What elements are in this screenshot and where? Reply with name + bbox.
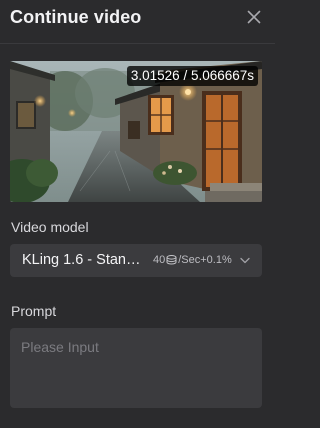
cost-rate: /Sec+0.1% — [178, 254, 232, 266]
video-model-cost: 40 /Sec+0.1% — [153, 254, 232, 266]
video-timecode: 3.01526 / 5.066667s — [126, 66, 258, 86]
video-preview[interactable]: 3.01526 / 5.066667s — [10, 61, 262, 202]
continue-video-panel: Continue video 3.01526 / 5.066667s Video… — [0, 0, 275, 428]
header-divider — [0, 43, 275, 44]
video-model-select[interactable]: KLing 1.6 - Standard 40 /Sec+0.1% — [10, 244, 262, 277]
video-model-selected: KLing 1.6 - Standard — [22, 252, 144, 268]
dialog-header: Continue video — [0, 0, 275, 36]
cost-amount: 40 — [153, 254, 166, 266]
coin-icon — [166, 255, 177, 265]
prompt-label: Prompt — [11, 303, 57, 319]
prompt-input[interactable] — [10, 328, 262, 408]
close-icon[interactable] — [247, 10, 261, 24]
video-model-label: Video model — [11, 219, 89, 235]
chevron-down-icon — [240, 257, 250, 264]
dialog-title: Continue video — [10, 7, 142, 27]
